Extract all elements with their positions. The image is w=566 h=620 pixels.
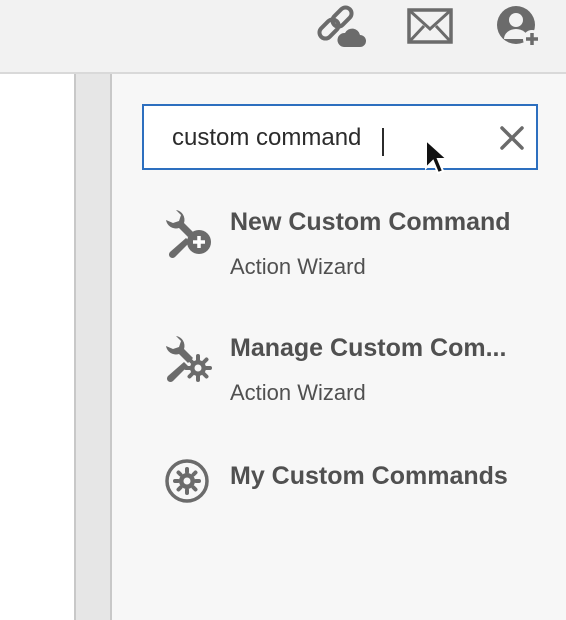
- result-title: Manage Custom Com...: [230, 334, 507, 362]
- result-subtitle: Action Wizard: [230, 254, 366, 279]
- result-title: New Custom Command: [230, 208, 511, 236]
- mouse-pointer-icon: [424, 137, 450, 176]
- result-my-custom-commands[interactable]: My Custom Commands: [160, 459, 540, 506]
- add-user-icon[interactable]: [494, 3, 546, 51]
- mail-icon[interactable]: [404, 3, 456, 51]
- wrench-gear-icon: [162, 334, 214, 386]
- result-new-custom-command[interactable]: New Custom Command Action Wizard: [160, 208, 540, 298]
- search-box[interactable]: [142, 104, 538, 170]
- gear-circle-icon: [164, 458, 210, 504]
- link-cloud-icon[interactable]: [314, 3, 366, 51]
- text-caret: [382, 128, 384, 156]
- pane-divider[interactable]: [76, 74, 112, 620]
- top-toolbar: [0, 0, 566, 74]
- result-subtitle: Action Wizard: [230, 380, 366, 405]
- result-manage-custom-commands[interactable]: Manage Custom Com... Action Wizard: [160, 334, 540, 424]
- close-icon[interactable]: [498, 124, 526, 152]
- document-pane: [0, 74, 76, 620]
- result-title: My Custom Commands: [230, 462, 508, 490]
- search-input[interactable]: [172, 124, 422, 152]
- wrench-plus-icon: [162, 208, 214, 260]
